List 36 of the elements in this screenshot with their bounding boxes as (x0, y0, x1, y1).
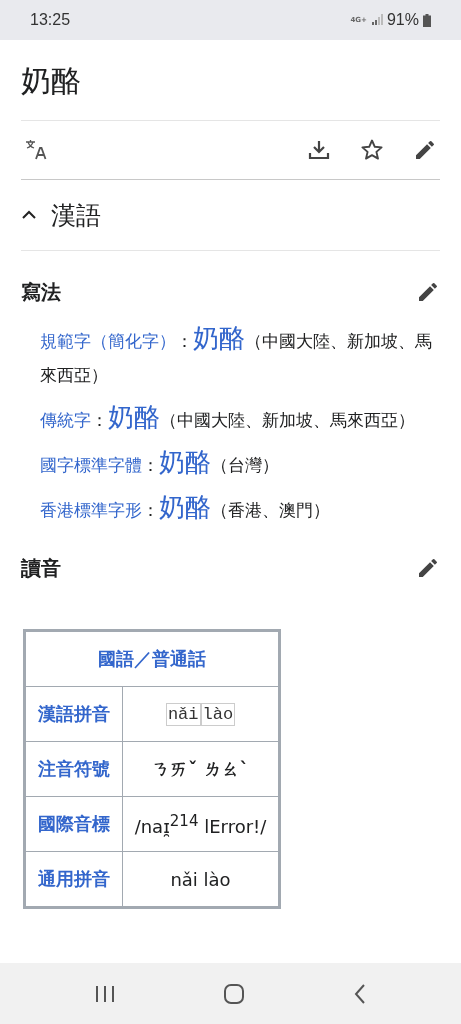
row-label: 漢語拼音 (24, 686, 123, 742)
section-header[interactable]: 漢語 (21, 180, 440, 250)
writing-form-line: 傳統字：奶酪（中國大陸、新加坡、馬來西亞） (40, 401, 416, 434)
term-link[interactable]: 傳統字 (40, 410, 91, 430)
back-icon[interactable] (353, 982, 368, 1005)
clock-time: 13:25 (30, 11, 71, 29)
word-link[interactable]: 奶酪 (193, 323, 245, 353)
section-heading: 寫法 (21, 278, 61, 306)
table-cell: /naɪ̯$^{214}$ lError!/ (134, 815, 267, 837)
writing-form-line: 國字標準字體：奶酪（台灣） (40, 446, 280, 479)
download-icon[interactable] (307, 138, 331, 162)
syllable: lào (200, 703, 236, 726)
battery-icon (423, 13, 431, 27)
home-icon[interactable] (223, 982, 246, 1005)
battery-percent: 91% (386, 11, 419, 29)
word-link[interactable]: 奶酪 (159, 492, 211, 522)
term-link[interactable]: 規範字（簡化字） (40, 331, 176, 351)
term-link[interactable]: 香港標準字形 (40, 500, 142, 520)
writing-form-line: 規範字（簡化字）：奶酪（中國大陸、新加坡、馬來西亞） (40, 322, 433, 387)
term-link[interactable]: 國字標準字體 (40, 455, 142, 475)
row-label: 注音符號 (24, 741, 123, 797)
edit-icon[interactable] (413, 138, 437, 162)
word-link[interactable]: 奶酪 (108, 402, 160, 432)
edit-icon[interactable] (416, 280, 440, 304)
section-heading: 讀音 (21, 554, 61, 582)
word-link[interactable]: 奶酪 (159, 447, 211, 477)
signal-icon (370, 14, 383, 26)
table-cell: ㄋㄞˇ ㄌㄠˋ (152, 758, 249, 779)
table-cell: nǎi lào (170, 868, 231, 890)
syllable: nǎi (165, 703, 201, 726)
star-icon[interactable] (360, 138, 384, 162)
page-title: 奶酪 (21, 61, 82, 100)
row-label: 國際音標 (24, 796, 123, 852)
edit-icon[interactable] (416, 556, 440, 580)
recent-apps-icon[interactable] (93, 983, 116, 1004)
writing-form-line: 香港標準字形：奶酪（香港、澳門） (40, 491, 331, 524)
